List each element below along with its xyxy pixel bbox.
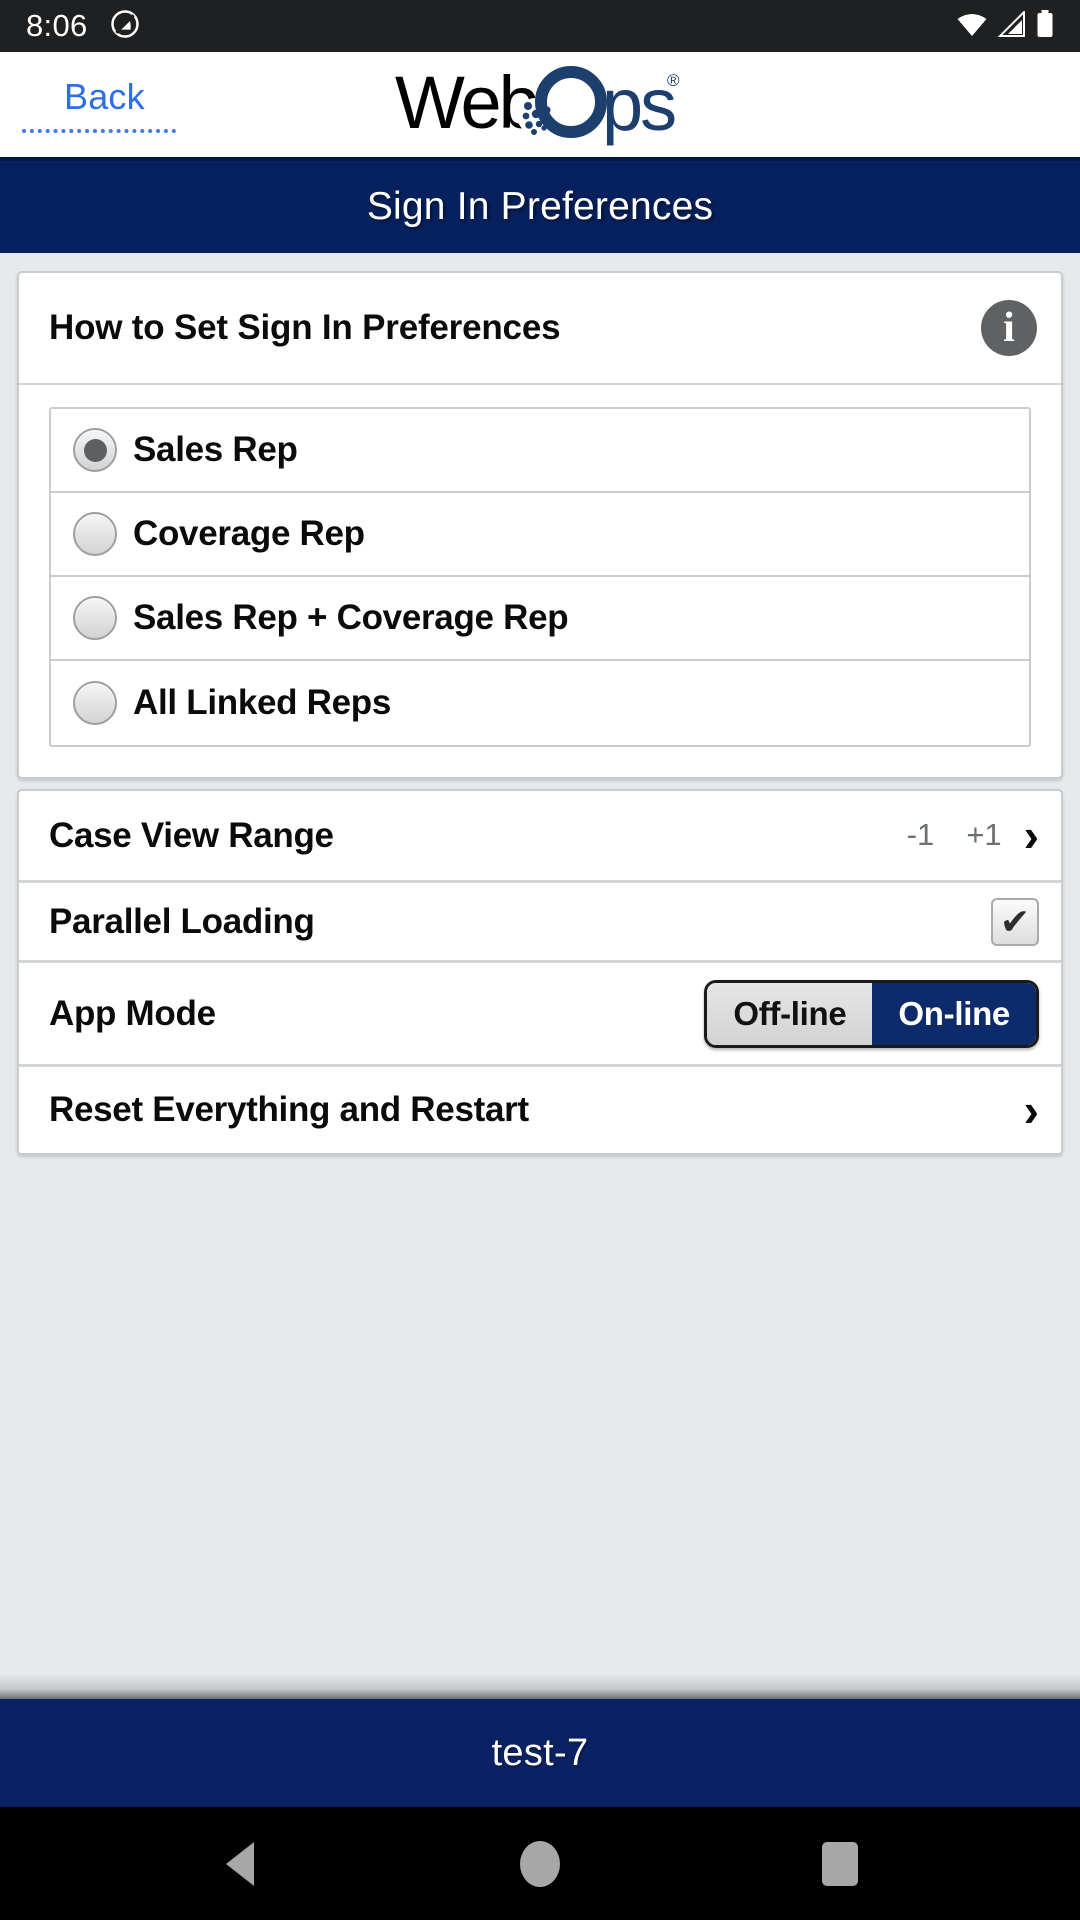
sign-in-options-group: Sales Rep Coverage Rep Sales Rep + Cover… <box>49 407 1031 747</box>
webops-logo: Web ps ® <box>395 64 685 146</box>
case-view-range-min: -1 <box>906 817 935 853</box>
chevron-right-icon[interactable]: › <box>1024 1087 1039 1133</box>
svg-text:ps: ps <box>602 64 675 146</box>
back-triangle-icon <box>226 1841 254 1886</box>
page-title: Sign In Preferences <box>366 185 714 228</box>
nav-home-button[interactable] <box>480 1807 600 1920</box>
radio-button-icon[interactable] <box>73 596 117 640</box>
app-mode-segmented-control[interactable]: Off-line On-line <box>704 979 1039 1048</box>
setting-row-reset-everything[interactable]: Reset Everything and Restart › <box>19 1067 1061 1153</box>
setting-label: App Mode <box>49 993 216 1033</box>
radio-button-icon[interactable] <box>73 512 117 556</box>
brand-header: Back Web ps ® <box>0 52 1080 157</box>
svg-text:Web: Web <box>395 64 538 144</box>
reset-row-right: › <box>1002 1087 1039 1133</box>
parallel-loading-control: ✔ <box>991 897 1039 946</box>
content-scroll-area[interactable]: How to Set Sign In Preferences i Sales R… <box>0 253 1080 1699</box>
setting-label: Reset Everything and Restart <box>49 1090 529 1129</box>
scroll-bottom-shadow <box>0 1673 1080 1699</box>
info-icon-glyph: i <box>981 300 1037 356</box>
radio-option-label: Coverage Rep <box>133 514 365 553</box>
back-button[interactable]: Back <box>64 76 145 118</box>
app-mode-online-button[interactable]: On-line <box>872 982 1036 1045</box>
radio-option-sales-rep[interactable]: Sales Rep <box>51 409 1029 493</box>
radio-option-sales-rep-plus-coverage-rep[interactable]: Sales Rep + Coverage Rep <box>51 577 1029 661</box>
wifi-icon <box>956 11 988 42</box>
nav-recents-button[interactable] <box>780 1807 900 1920</box>
app-screen: 8:06 Back Web ps ® Sign In Preferences H… <box>0 0 1080 1920</box>
chevron-right-icon[interactable]: › <box>1024 812 1039 858</box>
settings-list: Case View Range -1 +1 › Parallel Loading… <box>17 789 1063 1155</box>
radio-button-icon[interactable] <box>73 428 117 472</box>
bottom-status-bar: test-7 <box>0 1699 1080 1807</box>
status-bar-right <box>956 9 1054 43</box>
android-navigation-bar <box>0 1807 1080 1920</box>
case-view-range-max: +1 <box>966 817 1002 853</box>
app-mode-control: Off-line On-line <box>704 979 1039 1048</box>
android-status-bar: 8:06 <box>0 0 1080 52</box>
battery-icon <box>1036 9 1054 43</box>
setting-label: Parallel Loading <box>49 901 315 941</box>
radio-option-label: Sales Rep + Coverage Rep <box>133 598 569 637</box>
setting-row-app-mode[interactable]: App Mode Off-line On-line <box>19 963 1061 1067</box>
do-not-disturb-icon <box>110 9 140 44</box>
radio-option-coverage-rep[interactable]: Coverage Rep <box>51 493 1029 577</box>
parallel-loading-checkbox[interactable]: ✔ <box>991 897 1039 946</box>
info-icon[interactable]: i <box>981 300 1037 356</box>
case-view-range-values: -1 +1 › <box>906 812 1039 858</box>
recents-square-icon <box>822 1841 858 1886</box>
nav-back-button[interactable] <box>180 1807 300 1920</box>
status-bar-clock: 8:06 <box>26 8 88 43</box>
status-bar-left: 8:06 <box>26 8 140 44</box>
back-button-underline <box>22 129 176 133</box>
setting-row-parallel-loading[interactable]: Parallel Loading ✔ <box>19 883 1061 963</box>
setting-label: Case View Range <box>49 815 334 855</box>
sign-in-options-section: Sales Rep Coverage Rep Sales Rep + Cover… <box>19 385 1061 777</box>
page-title-bar: Sign In Preferences <box>0 157 1080 253</box>
panel-header: How to Set Sign In Preferences i <box>19 273 1061 385</box>
radio-button-icon[interactable] <box>73 681 117 725</box>
radio-option-all-linked-reps[interactable]: All Linked Reps <box>51 661 1029 745</box>
cellular-signal-icon <box>997 9 1027 42</box>
panel-heading: How to Set Sign In Preferences <box>49 308 561 347</box>
radio-option-label: Sales Rep <box>133 430 298 469</box>
app-mode-offline-button[interactable]: Off-line <box>707 982 873 1045</box>
sign-in-preferences-panel: How to Set Sign In Preferences i Sales R… <box>17 271 1063 779</box>
setting-row-case-view-range[interactable]: Case View Range -1 +1 › <box>19 791 1061 883</box>
radio-option-label: All Linked Reps <box>133 683 392 722</box>
home-circle-icon <box>520 1840 560 1887</box>
registered-mark: ® <box>667 71 680 90</box>
bottom-status-text: test-7 <box>491 1731 589 1774</box>
